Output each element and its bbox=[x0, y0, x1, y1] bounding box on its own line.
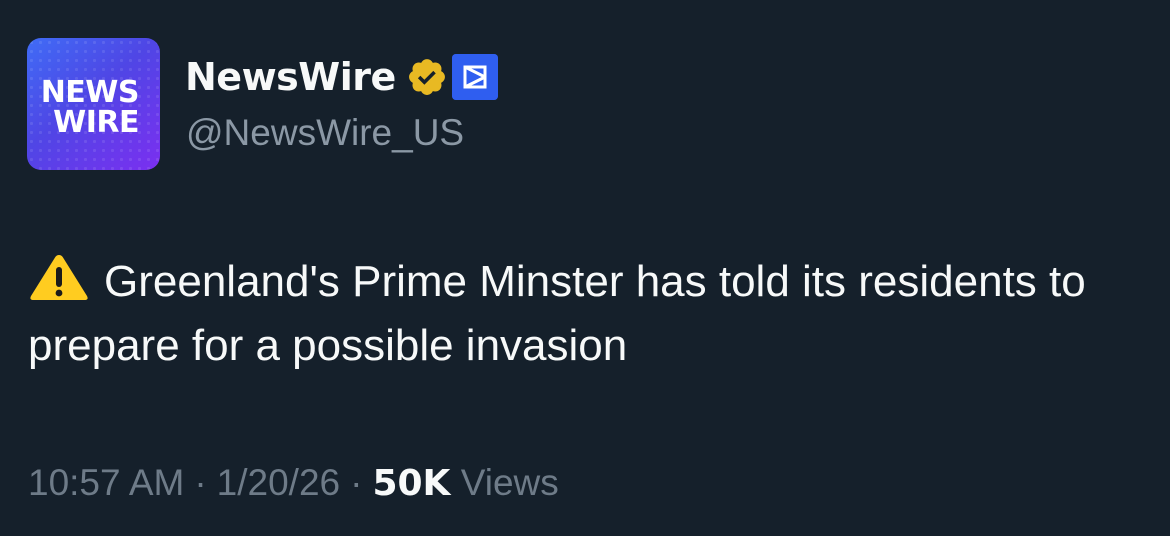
display-name[interactable]: NewsWire bbox=[185, 55, 396, 99]
views-count[interactable]: 50K bbox=[372, 463, 450, 504]
tweet-date[interactable]: 1/20/26 bbox=[217, 462, 340, 503]
affiliate-badge-icon[interactable] bbox=[451, 54, 498, 100]
author-name-row: NewsWire bbox=[185, 52, 498, 102]
views-label: Views bbox=[460, 462, 559, 503]
avatar-text-line1: NEWS bbox=[40, 75, 140, 110]
tweet-text: Greenland's Prime Minster has told its r… bbox=[28, 250, 1148, 378]
avatar-text-line2: WIRE bbox=[53, 105, 139, 140]
tweet-body-text: Greenland's Prime Minster has told its r… bbox=[28, 257, 1086, 370]
verified-badge-icon[interactable] bbox=[406, 56, 448, 98]
tweet-time[interactable]: 10:57 AM bbox=[28, 462, 184, 503]
tweet-meta: 10:57 AM · 1/20/26 · 50K Views bbox=[28, 462, 559, 504]
warning-icon bbox=[28, 252, 90, 302]
tweet-card: NEWS WIRE NewsWire @NewsWire_US Greenlan… bbox=[0, 0, 1170, 536]
meta-separator: · bbox=[194, 462, 207, 503]
user-handle[interactable]: @NewsWire_US bbox=[186, 112, 464, 154]
meta-separator: · bbox=[350, 462, 363, 503]
avatar[interactable]: NEWS WIRE bbox=[27, 38, 160, 170]
